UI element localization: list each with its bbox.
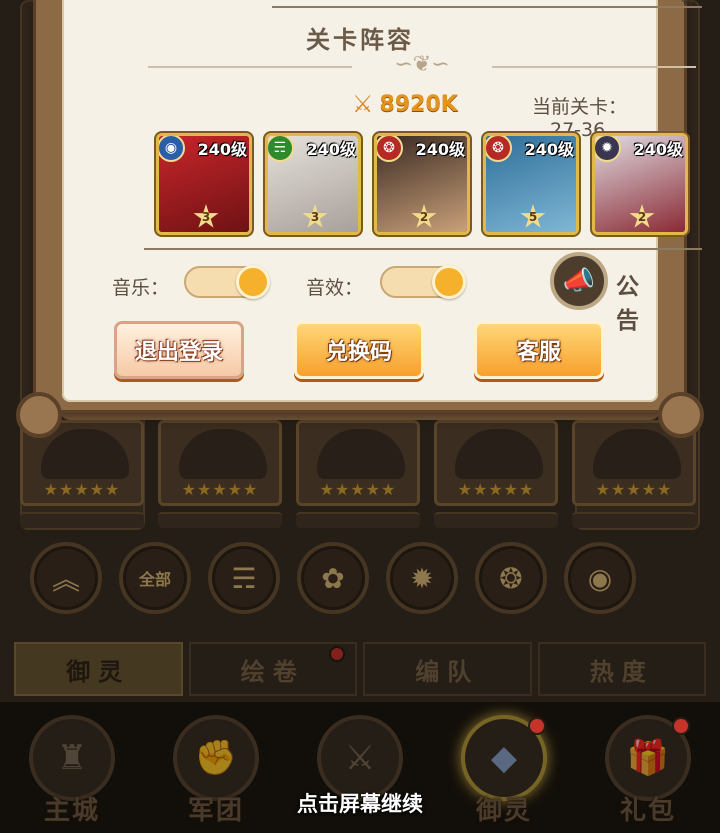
fire-element-icon: ❂ bbox=[377, 136, 403, 162]
top-divider bbox=[272, 6, 702, 8]
notice-label[interactable]: 公告 bbox=[616, 267, 658, 335]
current-stage-label: 当前关卡： bbox=[532, 96, 628, 118]
hero-level: 240级 bbox=[415, 140, 465, 159]
settings-panel: ✎ 关卡阵容 ∽❦∽ ⚔ 8920K 当前关卡：27-36 ◉ 240级 3 ☴ 240… bbox=[62, 0, 702, 402]
hero-card[interactable]: ❂ 240级 2 bbox=[374, 133, 470, 235]
title-ornament: ∽❦∽ bbox=[352, 52, 492, 80]
crossed-swords-icon: ⚔ bbox=[352, 90, 374, 118]
sfx-toggle-knob[interactable] bbox=[432, 265, 466, 299]
fire-element-icon: ❂ bbox=[486, 136, 512, 162]
hero-lineup: ◉ 240级 3 ☴ 240级 3 ❂ 240级 2 ❂ 240级 5 ✹ 240级 2 bbox=[156, 133, 688, 235]
section-divider bbox=[144, 248, 702, 250]
hero-level: 240级 bbox=[306, 140, 356, 159]
notification-dot bbox=[528, 717, 546, 735]
stage-lineup-title: 关卡阵容 bbox=[306, 26, 414, 54]
combat-power: ⚔ 8920K bbox=[352, 90, 458, 118]
hero-level: 240级 bbox=[524, 140, 574, 159]
notice-button[interactable]: 📣 bbox=[550, 252, 608, 310]
scroll-ornament-right bbox=[658, 392, 704, 438]
water-element-icon: ◉ bbox=[159, 136, 185, 162]
scroll-ornament-left bbox=[16, 392, 62, 438]
hero-card[interactable]: ☴ 240级 3 bbox=[265, 133, 361, 235]
logout-button[interactable]: 退出登录 bbox=[114, 321, 244, 379]
notification-dot bbox=[672, 717, 690, 735]
music-toggle-knob[interactable] bbox=[236, 265, 270, 299]
hero-card[interactable]: ◉ 240级 3 bbox=[156, 133, 252, 235]
customer-service-button[interactable]: 客服 bbox=[474, 321, 604, 379]
combat-power-value: 8920K bbox=[379, 91, 458, 117]
hero-card[interactable]: ❂ 240级 5 bbox=[483, 133, 579, 235]
hero-level: 240级 bbox=[197, 140, 247, 159]
wind-element-icon: ☴ bbox=[268, 136, 294, 162]
megaphone-icon: 📣 bbox=[562, 266, 596, 296]
hero-card[interactable]: ✹ 240级 2 bbox=[592, 133, 688, 235]
music-toggle[interactable] bbox=[184, 265, 270, 299]
edit-icon[interactable]: ✎ bbox=[676, 0, 694, 13]
redeem-code-button[interactable]: 兑换码 bbox=[294, 321, 424, 379]
dark-element-icon: ✹ bbox=[595, 136, 621, 162]
hero-level: 240级 bbox=[633, 140, 683, 159]
sfx-label: 音效： bbox=[306, 277, 364, 299]
sfx-toggle[interactable] bbox=[380, 265, 466, 299]
music-label: 音乐： bbox=[112, 277, 170, 299]
tap-to-continue-hint[interactable]: 点击屏幕继续 bbox=[0, 788, 720, 818]
